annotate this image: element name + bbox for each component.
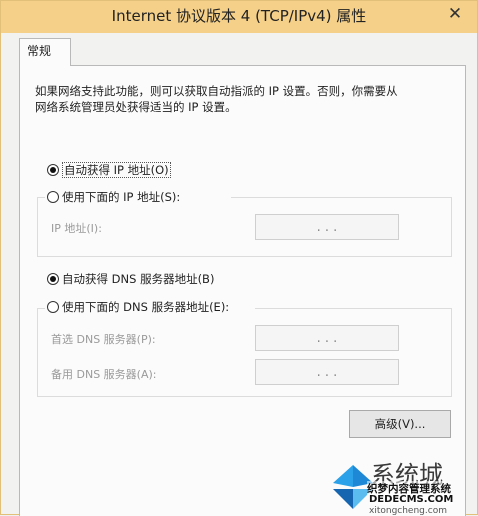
manual-ip-radio[interactable]: 使用下面的 IP 地址(S):: [47, 188, 180, 206]
auto-dns-label: 自动获得 DNS 服务器地址(B): [62, 272, 215, 286]
radio-selected-icon: [47, 273, 59, 285]
ip-address-input[interactable]: . . .: [255, 214, 399, 240]
auto-ip-label: 自动获得 IP 地址(O): [62, 162, 171, 178]
preferred-dns-value: . . .: [316, 330, 338, 346]
alternate-dns-label: 备用 DNS 服务器(A):: [51, 368, 157, 381]
alternate-dns-value: . . .: [316, 364, 338, 380]
window-title: Internet 协议版本 4 (TCP/IPv4) 属性: [111, 7, 367, 25]
title-bar[interactable]: Internet 协议版本 4 (TCP/IPv4) 属性 ✕: [1, 1, 477, 33]
close-button[interactable]: ✕: [439, 2, 471, 28]
dialog-window: Internet 协议版本 4 (TCP/IPv4) 属性 ✕ 常规 如果网络支…: [0, 0, 478, 516]
watermark: 系统城 织梦内容管理系统 DEDECMS.COM xitongcheng.com: [329, 461, 478, 516]
description-line-1: 如果网络支持此功能，则可以获取自动指派的 IP 设置。否则，你需要从: [35, 84, 398, 98]
tab-panel-general: [19, 65, 466, 516]
ip-address-label: IP 地址(I):: [51, 222, 102, 235]
tab-general[interactable]: 常规: [19, 38, 71, 66]
preferred-dns-label: 首选 DNS 服务器(P):: [51, 333, 156, 346]
preferred-dns-input[interactable]: . . .: [255, 325, 399, 351]
advanced-button[interactable]: 高级(V)...: [349, 410, 451, 438]
radio-unselected-icon: [47, 191, 59, 203]
manual-ip-label: 使用下面的 IP 地址(S):: [62, 190, 181, 204]
manual-dns-radio[interactable]: 使用下面的 DNS 服务器地址(E):: [47, 298, 229, 316]
watermark-domain: DEDECMS.COM: [369, 494, 454, 505]
auto-ip-radio[interactable]: 自动获得 IP 地址(O): [47, 161, 171, 179]
description-text: 如果网络支持此功能，则可以获取自动指派的 IP 设置。否则，你需要从 网络系统管…: [35, 83, 455, 115]
radio-unselected-icon: [47, 301, 59, 313]
alternate-dns-input[interactable]: . . .: [255, 359, 399, 385]
ip-address-value: . . .: [316, 219, 338, 235]
description-line-2: 网络系统管理员处获得适当的 IP 设置。: [35, 100, 237, 114]
radio-selected-icon: [47, 164, 59, 176]
manual-dns-label: 使用下面的 DNS 服务器地址(E):: [62, 300, 230, 314]
close-icon: ✕: [447, 4, 463, 24]
auto-dns-radio[interactable]: 自动获得 DNS 服务器地址(B): [47, 270, 214, 288]
